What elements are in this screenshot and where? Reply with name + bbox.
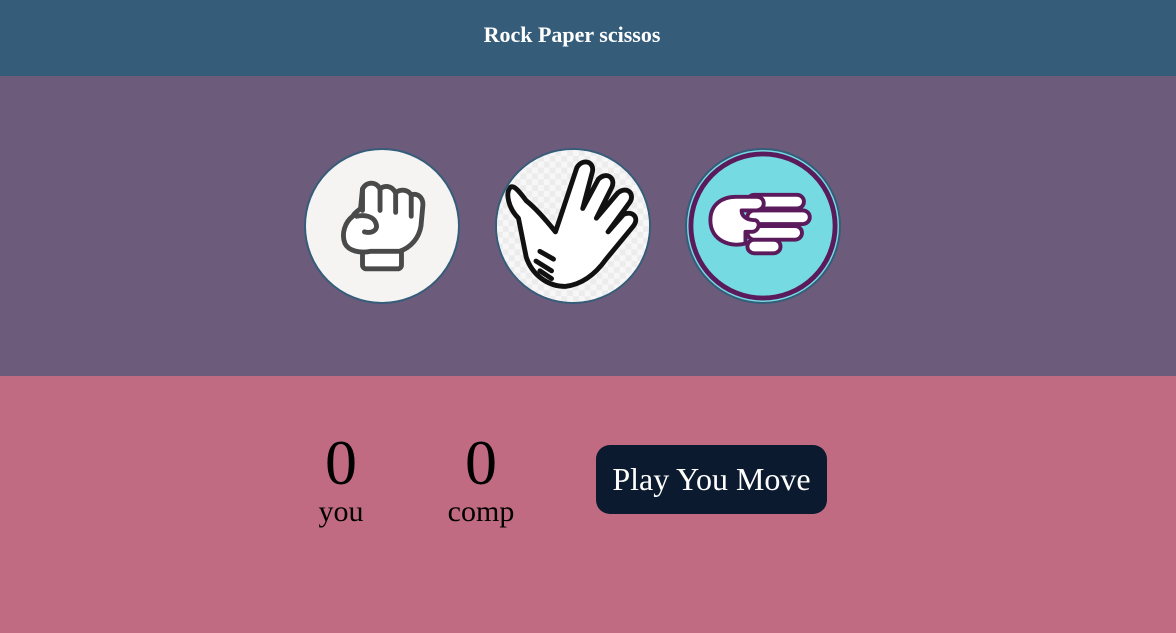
comp-score-label: comp — [447, 495, 515, 528]
user-score-label: you — [318, 495, 364, 528]
choice-scissors[interactable] — [685, 148, 841, 304]
scissors-hand-icon — [688, 151, 838, 301]
comp-score: 0 comp — [421, 428, 541, 532]
header-bar: Rock Paper scissos — [0, 0, 1176, 76]
open-hand-icon — [497, 150, 649, 302]
choice-paper[interactable] — [495, 148, 651, 304]
scoreboard-section: 0 you 0 comp Play You Move — [0, 376, 1176, 633]
page-title: Rock Paper scissos — [483, 22, 661, 47]
choice-rock[interactable] — [304, 148, 460, 304]
user-score-value: 0 — [325, 427, 357, 498]
comp-score-value: 0 — [465, 427, 497, 498]
play-move-button[interactable]: Play You Move — [596, 445, 827, 514]
choices-section — [0, 76, 1176, 376]
user-score: 0 you — [281, 428, 401, 532]
fist-icon — [341, 180, 426, 272]
